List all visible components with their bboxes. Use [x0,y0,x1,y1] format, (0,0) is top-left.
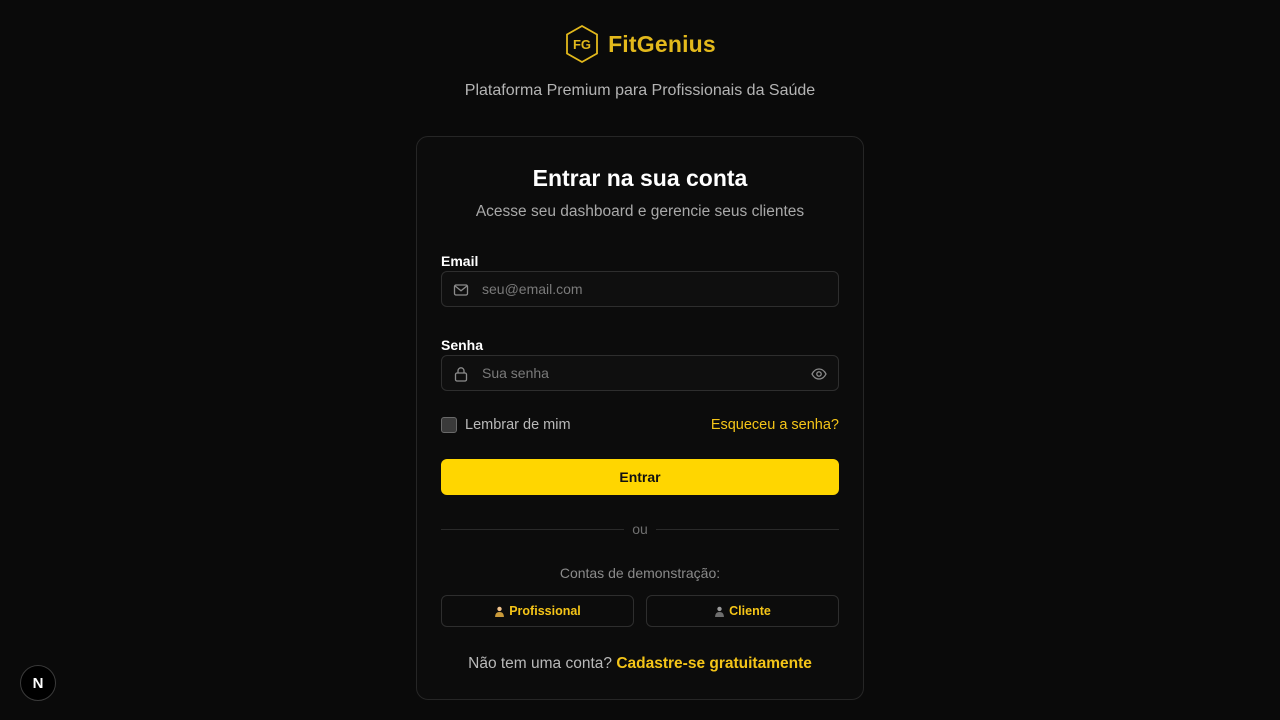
tagline: Plataforma Premium para Profissionais da… [464,82,816,99]
eye-icon[interactable] [811,366,827,382]
demo-client-label: Cliente [729,604,771,618]
dev-tools-badge[interactable]: N [20,665,56,701]
email-field[interactable] [441,271,839,307]
demo-professional-label: Profissional [509,604,581,618]
brand-name: FitGenius [608,30,716,57]
svg-text:FG: FG [573,37,591,52]
demo-accounts-title: Contas de demonstração: [559,565,721,581]
password-input[interactable] [482,356,802,390]
professional-person-icon [495,606,505,617]
remember-me[interactable]: Lembrar de mim [441,417,571,433]
brand-header: FG FitGenius [0,24,1280,64]
mail-icon [453,284,469,296]
password-label: Senha [441,337,484,353]
demo-client-button[interactable]: Cliente [646,595,839,627]
login-button[interactable]: Entrar [441,459,839,495]
signup-prompt: Não tem uma conta? Cadastre-se gratuitam… [417,655,863,673]
client-person-icon [715,606,725,617]
login-title: Entrar na sua conta [532,165,748,191]
signup-text: Não tem uma conta? [468,655,613,672]
forgot-password-link[interactable]: Esqueceu a senha? [711,417,839,433]
email-input[interactable] [482,272,802,306]
lock-icon [454,367,468,382]
email-label: Email [441,253,479,269]
login-card: Entrar na sua conta Acesse seu dashboard… [416,136,864,700]
divider-label: ou [632,521,648,537]
signup-link[interactable]: Cadastre-se gratuitamente [616,655,812,672]
dev-badge-label: N [32,674,44,692]
fitgenius-logo-icon: FG [566,24,598,64]
demo-professional-button[interactable]: Profissional [441,595,634,627]
password-field[interactable] [441,355,839,391]
remember-checkbox[interactable] [441,417,457,433]
remember-label: Lembrar de mim [465,417,571,433]
login-subtitle: Acesse seu dashboard e gerencie seus cli… [475,203,805,220]
